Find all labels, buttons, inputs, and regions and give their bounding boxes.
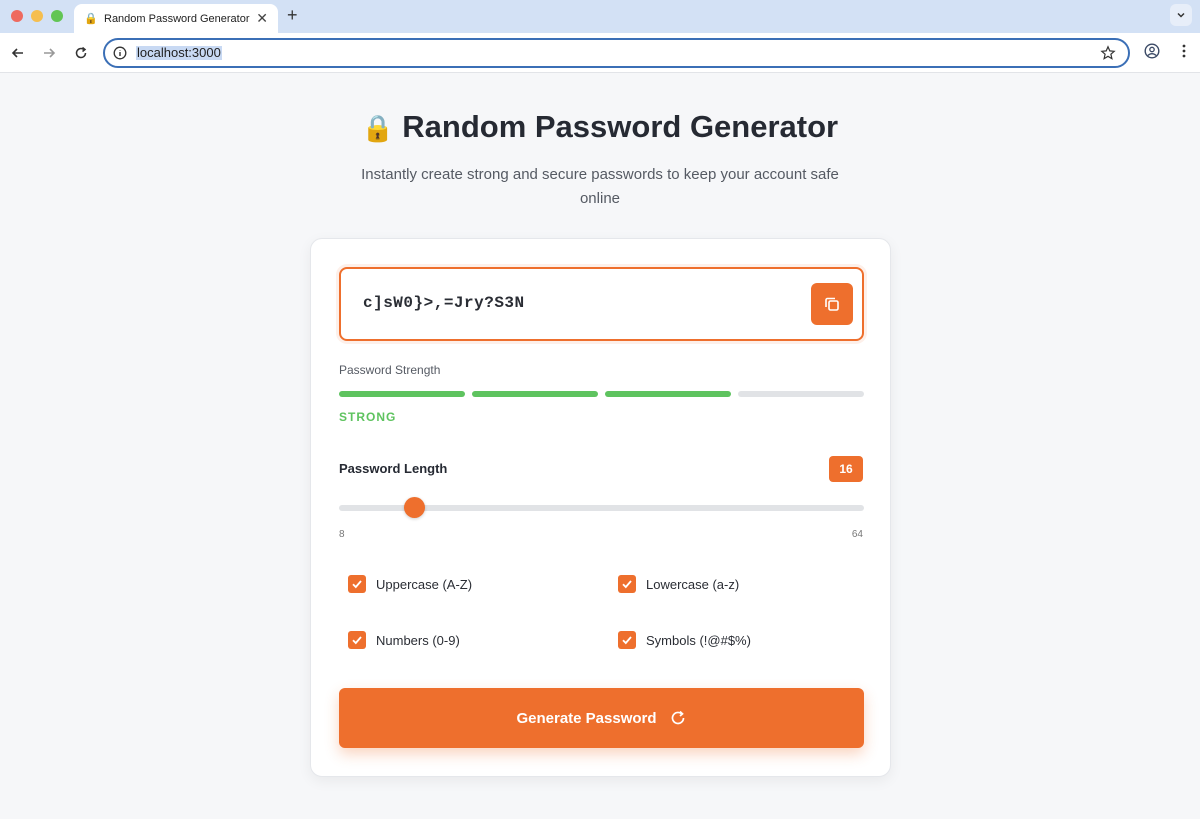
length-slider-thumb[interactable]: [404, 497, 425, 518]
length-badge: 16: [829, 456, 863, 482]
new-tab-button[interactable]: +: [287, 5, 298, 26]
length-label: Password Length: [339, 461, 448, 476]
chevron-down-icon: [1177, 12, 1185, 18]
arrow-left-icon: [11, 48, 23, 58]
close-window-button[interactable]: [11, 10, 23, 22]
page-subtitle: Instantly create strong and secure passw…: [361, 166, 839, 207]
password-output[interactable]: c]sW0}>,=Jry?S3N: [363, 294, 525, 312]
option-numbers[interactable]: Numbers (0-9): [348, 631, 460, 649]
generate-button-label: Generate Password: [516, 709, 657, 727]
uppercase-label[interactable]: Uppercase (A-Z): [376, 577, 472, 592]
length-min-label: 8: [339, 529, 345, 540]
password-display: c]sW0}>,=Jry?S3N: [339, 267, 864, 341]
refresh-icon: [669, 709, 687, 727]
browser-tab[interactable]: 🔒 Random Password Generator ✕: [74, 4, 278, 33]
profile-icon[interactable]: [1144, 43, 1160, 59]
back-button[interactable]: [8, 43, 28, 63]
reload-icon: [75, 46, 87, 59]
length-max-label: 64: [851, 529, 863, 540]
star-icon[interactable]: [1100, 45, 1116, 61]
checkmark-icon: [622, 580, 632, 589]
lowercase-label[interactable]: Lowercase (a-z): [646, 577, 739, 592]
strength-label: Password Strength: [339, 363, 441, 377]
lock-icon: 🔒: [84, 13, 98, 25]
info-icon[interactable]: [113, 46, 127, 60]
generator-card: c]sW0}>,=Jry?S3N Password Strength STRON…: [310, 238, 891, 777]
reload-button[interactable]: [71, 43, 91, 63]
close-tab-icon[interactable]: ✕: [256, 10, 268, 27]
checkmark-icon: [352, 580, 362, 589]
page-title: 🔒 Random Password Generator: [0, 109, 1200, 145]
copy-icon: [825, 297, 839, 311]
address-bar[interactable]: localhost:3000: [103, 38, 1130, 68]
checkmark-icon: [622, 636, 632, 645]
minimize-window-button[interactable]: [31, 10, 43, 22]
strength-segment: [605, 391, 731, 397]
strength-segment: [339, 391, 465, 397]
more-menu-icon[interactable]: [1176, 43, 1192, 59]
numbers-label[interactable]: Numbers (0-9): [376, 633, 460, 648]
strength-value: STRONG: [339, 410, 397, 424]
symbols-checkbox[interactable]: [618, 631, 636, 649]
tab-title: Random Password Generator: [104, 12, 250, 25]
numbers-checkbox[interactable]: [348, 631, 366, 649]
tab-search-button[interactable]: [1170, 4, 1192, 26]
lock-icon: 🔒: [361, 113, 395, 143]
option-lowercase[interactable]: Lowercase (a-z): [618, 575, 739, 593]
lowercase-checkbox[interactable]: [618, 575, 636, 593]
arrow-right-icon: [44, 48, 56, 58]
option-uppercase[interactable]: Uppercase (A-Z): [348, 575, 472, 593]
strength-segment: [738, 391, 864, 397]
forward-button[interactable]: [39, 43, 59, 63]
strength-segment: [472, 391, 598, 397]
checkmark-icon: [352, 636, 362, 645]
copy-button[interactable]: [811, 283, 853, 325]
symbols-label[interactable]: Symbols (!@#$%): [646, 633, 751, 648]
length-slider[interactable]: [339, 497, 864, 518]
strength-meter: [339, 391, 864, 397]
url-text[interactable]: localhost:3000: [136, 46, 222, 60]
page-title-text: Random Password Generator: [402, 109, 839, 144]
browser-toolbar: localhost:3000: [0, 33, 1200, 73]
option-symbols[interactable]: Symbols (!@#$%): [618, 631, 751, 649]
page-content: 🔒 Random Password Generator Instantly cre…: [0, 74, 1200, 819]
generate-password-button[interactable]: Generate Password: [339, 688, 864, 748]
maximize-window-button[interactable]: [51, 10, 63, 22]
uppercase-checkbox[interactable]: [348, 575, 366, 593]
browser-tab-bar: 🔒 Random Password Generator ✕ +: [0, 0, 1200, 33]
